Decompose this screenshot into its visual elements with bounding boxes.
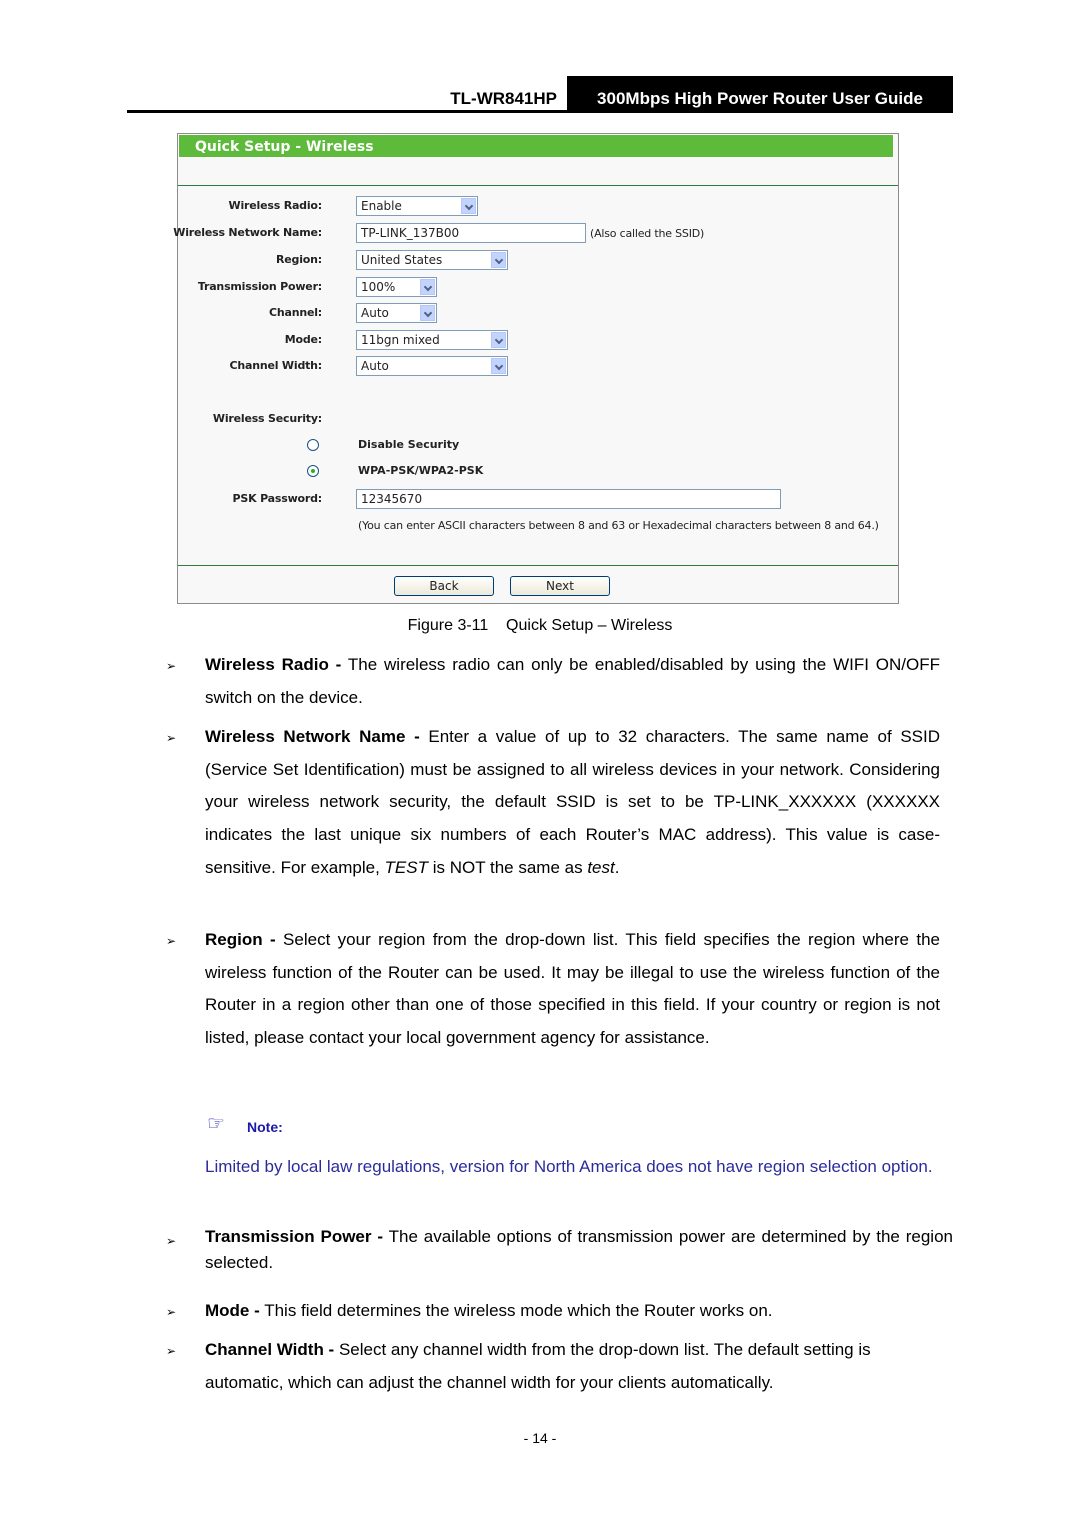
channel-width-value: Auto	[361, 359, 389, 373]
ssid-hint: (Also called the SSID)	[590, 227, 705, 240]
next-button[interactable]: Next	[510, 576, 610, 596]
page-header: TL-WR841HP 300Mbps High Power Router Use…	[127, 76, 953, 113]
region-value: United States	[361, 253, 443, 267]
bullet-icon: ➢	[166, 1344, 177, 1358]
channel-width-select[interactable]: Auto	[356, 356, 508, 376]
item-text: Select your region from the drop-down li…	[205, 930, 940, 1048]
item-term: Region -	[205, 930, 276, 949]
figure-caption: Figure 3-11 Quick Setup – Wireless	[407, 617, 673, 634]
item-text: Enter a value of up to 32 characters. Th…	[205, 727, 940, 877]
chevron-down-icon[interactable]	[420, 279, 435, 295]
item-channel-width: Channel Width - Select any channel width…	[205, 1334, 953, 1399]
channel-width-label: Channel Width:	[229, 359, 322, 372]
item-text: is NOT the same as	[427, 857, 588, 877]
bullet-icon: ➢	[166, 731, 177, 745]
disable-security-label: Disable Security	[358, 438, 460, 451]
header-rule	[127, 110, 953, 113]
pointing-hand-icon: ☞	[207, 1113, 225, 1135]
model-name: TL-WR841HP	[450, 89, 557, 108]
bullet-icon: ➢	[166, 659, 177, 673]
item-emphasis: TEST	[384, 857, 428, 877]
chevron-down-icon[interactable]	[420, 305, 435, 321]
chevron-down-icon[interactable]	[491, 332, 506, 348]
wireless-radio-select[interactable]: Enable	[356, 196, 478, 216]
guide-title-box: 300Mbps High Power Router User Guide	[567, 76, 953, 111]
chevron-down-icon[interactable]	[491, 252, 506, 268]
panel-title: Quick Setup - Wireless	[178, 134, 894, 158]
disable-security-radio[interactable]	[307, 439, 319, 451]
tx-power-value: 100%	[361, 280, 396, 294]
mode-label: Mode:	[284, 333, 322, 346]
region-select[interactable]: United States	[356, 250, 508, 270]
psk-hint: (You can enter ASCII characters between …	[358, 519, 879, 532]
item-term: Wireless Network Name -	[205, 727, 420, 746]
bullet-icon: ➢	[166, 1234, 177, 1248]
item-text: .	[614, 857, 620, 877]
mode-select[interactable]: 11bgn mixed	[356, 330, 508, 350]
item-term: Wireless Radio -	[205, 655, 342, 674]
channel-label: Channel:	[268, 306, 322, 319]
back-button[interactable]: Back	[394, 576, 494, 596]
psk-password-label: PSK Password:	[232, 492, 323, 505]
panel-divider-top	[178, 185, 898, 186]
item-text: This field determines the wireless mode …	[259, 1301, 773, 1320]
channel-value: Auto	[361, 306, 389, 320]
item-wireless-radio: Wireless Radio - The wireless radio can …	[205, 649, 940, 714]
network-name-label: Wireless Network Name:	[173, 226, 322, 239]
item-term: Channel Width -	[205, 1340, 335, 1359]
wpa-psk-radio[interactable]	[307, 465, 319, 477]
item-region: Region - Select your region from the dro…	[205, 924, 940, 1055]
tx-power-select[interactable]: 100%	[356, 277, 437, 297]
item-mode: Mode - This field determines the wireles…	[205, 1295, 953, 1328]
guide-title: 300Mbps High Power Router User Guide	[597, 89, 923, 108]
quick-setup-wireless-panel: Quick Setup - Wireless Wireless Radio: E…	[173, 133, 899, 604]
item-emphasis: test	[587, 857, 615, 877]
wireless-security-label: Wireless Security:	[212, 412, 322, 425]
item-transmission-power: Transmission Power - The available optio…	[205, 1224, 953, 1275]
page-number: - 14 -	[523, 1430, 557, 1446]
wireless-radio-value: Enable	[361, 199, 402, 213]
mode-value: 11bgn mixed	[361, 333, 440, 347]
network-name-input[interactable]: TP-LINK_137B00	[356, 223, 586, 243]
note-label: Note:	[247, 1119, 283, 1135]
chevron-down-icon[interactable]	[461, 198, 476, 214]
chevron-down-icon[interactable]	[491, 358, 506, 374]
item-term: Mode -	[205, 1301, 260, 1320]
note-text: Limited by local law regulations, versio…	[205, 1157, 933, 1176]
psk-password-input[interactable]: 12345670	[356, 489, 781, 509]
bullet-icon: ➢	[166, 934, 177, 948]
item-term: Transmission Power -	[205, 1227, 384, 1246]
item-wireless-network-name: Wireless Network Name - Enter a value of…	[205, 721, 940, 885]
wireless-radio-label: Wireless Radio:	[228, 199, 323, 212]
wpa-psk-label: WPA-PSK/WPA2-PSK	[358, 464, 484, 477]
panel-divider-bottom	[178, 565, 898, 566]
tx-power-label: Transmission Power:	[197, 280, 322, 293]
region-label: Region:	[276, 253, 322, 266]
bullet-icon: ➢	[166, 1305, 177, 1319]
channel-select[interactable]: Auto	[356, 303, 437, 323]
